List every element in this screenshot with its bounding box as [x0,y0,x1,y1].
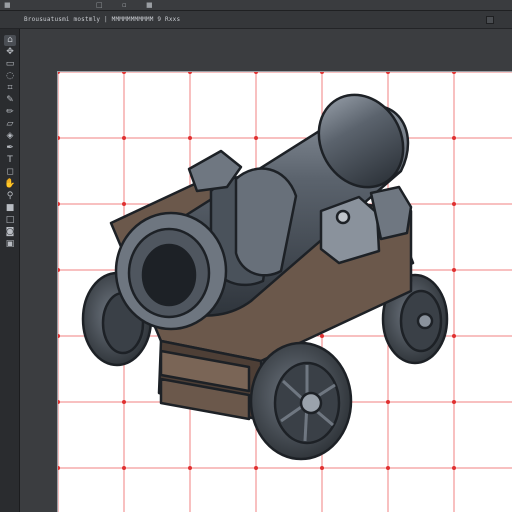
home-icon[interactable]: ⌂ [4,35,16,46]
lasso-icon[interactable]: ◌ [4,71,16,82]
quickmask-icon[interactable]: ◙ [4,227,16,238]
menu-bar: ■ □ ▫ ■ [0,0,512,11]
menu-icon-1[interactable]: ■ [4,2,11,9]
background-color-icon[interactable]: □ [4,215,16,226]
eraser-icon[interactable]: ▱ [4,119,16,130]
menu-icon-2[interactable]: □ [96,2,103,9]
fill-icon[interactable]: ◈ [4,131,16,142]
brush-icon[interactable]: ✏ [4,107,16,118]
foreground-color-icon[interactable]: ■ [4,203,16,214]
document-canvas[interactable] [57,71,512,512]
options-bar: Brousuatusmi mostmly | MMMMMMMMMMM 9 Rxx… [0,11,512,29]
menu-icon-3[interactable]: ▫ [122,2,129,9]
canvas-workspace[interactable] [20,29,512,512]
cannon-artwork [81,93,449,461]
menu-icon-4[interactable]: ■ [146,2,153,9]
shape-icon[interactable]: ◻ [4,167,16,178]
crop-icon[interactable]: ⌗ [4,83,16,94]
move-icon[interactable]: ✥ [4,47,16,58]
pen-icon[interactable]: ✒ [4,143,16,154]
marquee-icon[interactable]: ▭ [4,59,16,70]
eyedropper-icon[interactable]: ✎ [4,95,16,106]
hand-icon[interactable]: ✋ [4,179,16,190]
document-title-tab[interactable]: Brousuatusmi mostmly | MMMMMMMMMMM 9 Rxx… [24,16,180,23]
screenmode-icon[interactable]: ▣ [4,239,16,250]
zoom-icon[interactable]: ⚲ [4,191,16,202]
image-editor-window: ■ □ ▫ ■ Brousuatusmi mostmly | MMMMMMMMM… [0,0,512,512]
tools-panel: ⌂ ✥ ▭ ◌ ⌗ ✎ ✏ ▱ ◈ ✒ T ◻ ✋ ⚲ ■ □ ◙ ▣ [0,29,20,512]
text-icon[interactable]: T [4,155,16,166]
panel-button[interactable] [486,16,494,24]
